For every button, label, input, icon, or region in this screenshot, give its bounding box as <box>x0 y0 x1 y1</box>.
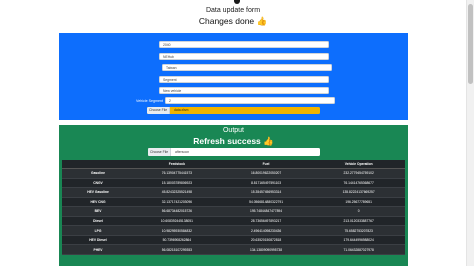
feedstock-cell: 56.68734482015726 <box>134 206 220 217</box>
field-region: Region NEHub <box>59 52 408 61</box>
vehicle-operation-cell: 76.14414765368677 <box>312 178 405 189</box>
vehicle-operation-cell: 0 <box>312 206 405 217</box>
fuel-cell: 2.496414098230436 <box>219 225 313 236</box>
field-fleet: Fleet Selection New vehicle <box>59 87 408 95</box>
vehicle-operation-cell: 213.0120333887767 <box>312 216 405 227</box>
mode-select[interactable]: Segment <box>159 75 329 83</box>
camera-notch-icon <box>234 0 240 4</box>
table-row: CNGV 15.18003789806923 8.817165497591103… <box>62 178 405 189</box>
feedstock-cell: 76.13904775441573 <box>134 168 220 179</box>
row-label: Gasoline <box>62 168 135 179</box>
results-table: Feedstock Fuel Vehicle Operation Gasolin… <box>62 160 405 255</box>
column-header: Feedstock <box>134 160 220 169</box>
feedstock-cell: 15.18003789806923 <box>134 178 220 189</box>
top-bar <box>0 0 474 6</box>
upload-file-input[interactable]: Choose File data.xlsm <box>147 107 320 114</box>
vehicle-operation-cell: 135.82224137669257 <box>312 187 405 198</box>
table-row: Diesel 10.608392445138051 28.73656497893… <box>62 216 405 227</box>
selected-file-name: aftersoon <box>175 150 190 154</box>
page-status: Changes done 👍 <box>0 16 466 27</box>
field-target-year: Target Year 2040 <box>59 41 408 49</box>
selected-file-name: data.xlsm <box>174 108 189 112</box>
column-header: Fuel <box>219 160 313 169</box>
vehicle-operation-cell: 232.2779454759102 <box>312 168 405 179</box>
country-select[interactable]: Taiwan <box>162 64 332 71</box>
thumbs-up-icon: 👍 <box>263 136 274 146</box>
column-header: Vehicle Operation <box>312 160 405 169</box>
row-label: HEV Gasoline <box>62 187 135 198</box>
feedstock-cell: 45.82432325521498 <box>134 187 220 198</box>
vehicle-operation-cell: 179.6444996988024 <box>312 235 405 246</box>
output-card: Output Refresh success 👍 Choose File aft… <box>59 125 408 266</box>
field-mode: Mode Selection Segment <box>59 75 408 84</box>
fuel-cell: 20.63520150872818 <box>219 235 313 246</box>
field-vehicle-segment: Vehicle Segment 2 <box>59 97 408 105</box>
row-label: Diesel <box>62 216 135 227</box>
fuel-cell: 15.35457456953314 <box>219 187 313 198</box>
table-row: HEV Gasoline 45.82432325521498 15.354574… <box>62 187 405 198</box>
field-label: Vehicle Segment <box>136 99 163 103</box>
fuel-cell: 54.0566814880322791 <box>219 197 313 208</box>
row-label: CNGV <box>62 178 135 189</box>
feedstock-cell: 56.08215107299353 <box>134 244 220 255</box>
table-row: Gasoline 76.13904775441573 16.8001962205… <box>62 168 405 179</box>
fleet-select[interactable]: New vehicle <box>159 87 329 94</box>
page-title: Data update form <box>205 7 261 14</box>
row-label: HEV Diesel <box>62 235 135 246</box>
scrollbar-thumb[interactable] <box>468 4 473 84</box>
fuel-cell: 28.73656497893217 <box>219 216 313 227</box>
output-title: Output <box>222 127 244 134</box>
target-year-input[interactable]: 2040 <box>159 41 329 48</box>
feedstock-cell: 10.98295930584832 <box>134 225 220 236</box>
table-row: LPG 10.98295930584832 2.496414098230436 … <box>62 225 405 236</box>
vehicle-operation-cell: 196.25677789651 <box>312 197 405 208</box>
feedstock-cell: 10.608392445138051 <box>134 216 220 227</box>
region-input[interactable]: NEHub <box>159 52 329 60</box>
update-form-card: Target Year 2040 Region NEHub Country Se… <box>59 33 408 120</box>
choose-file-button[interactable]: Choose File <box>148 148 172 156</box>
field-country: Country Selection Taiwan <box>59 64 408 72</box>
vehicle-segment-select[interactable]: 2 <box>165 97 335 104</box>
page-status-text: Changes done <box>198 16 255 26</box>
choose-file-button[interactable]: Choose File <box>147 107 171 114</box>
table-row: HEV CNG 32.13717421203096 54.05668148803… <box>62 197 405 208</box>
fuel-cell: 8.817165497591103 <box>219 178 313 189</box>
row-label: LPG <box>62 225 135 236</box>
vehicle-operation-cell: 71.06432887027978 <box>312 244 405 255</box>
output-status-text: Refresh success <box>193 136 261 146</box>
row-label: HEV CNG <box>62 197 135 208</box>
table-row: HEV Diesel 50.7396908262864 20.635201508… <box>62 235 405 246</box>
thumbs-up-icon: 👍 <box>256 16 268 26</box>
row-label: BEV <box>62 206 135 217</box>
fuel-cell: 195.74844847477894 <box>219 206 313 217</box>
vehicle-operation-cell: 75.6582753207823 <box>312 225 405 236</box>
row-label: PHEV <box>62 244 135 255</box>
column-header <box>62 160 135 169</box>
vehicle-segment-value: 2 <box>169 99 171 103</box>
fuel-cell: 134.13809090995738 <box>219 244 313 255</box>
scrollbar[interactable] <box>466 0 474 266</box>
table-row: BEV 56.68734482015726 195.74844847477894… <box>62 206 405 217</box>
output-file-input[interactable]: Choose File aftersoon <box>148 148 320 156</box>
feedstock-cell: 50.7396908262864 <box>134 235 220 246</box>
output-status: Refresh success 👍 <box>59 136 408 147</box>
feedstock-cell: 32.13717421203096 <box>134 197 220 208</box>
table-header-row: Feedstock Fuel Vehicle Operation <box>62 160 405 169</box>
fuel-cell: 16.80019622050207 <box>219 168 313 179</box>
table-row: PHEV 56.08215107299353 134.1380909099573… <box>62 244 405 255</box>
